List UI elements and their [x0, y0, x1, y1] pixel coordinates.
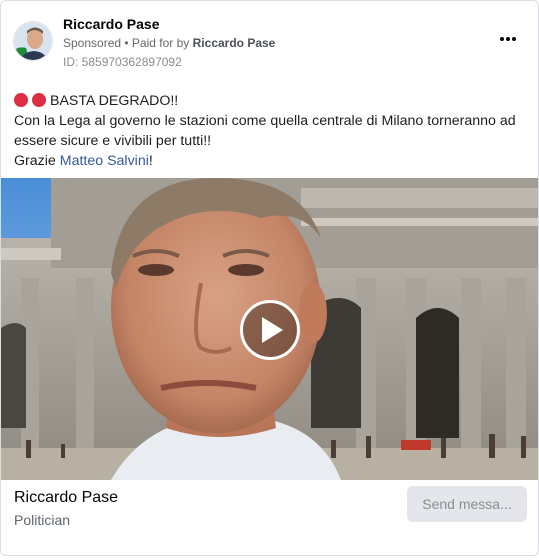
red-circle-icon [32, 93, 46, 107]
post-text: BASTA DEGRADO!! Con la Lega al governo l… [14, 91, 529, 171]
post-line-4: Grazie Matteo Salvini! [14, 151, 529, 171]
sponsored-line: Sponsored • Paid for by Riccardo Pase [63, 36, 275, 50]
red-circle-icon [14, 93, 28, 107]
page-name[interactable]: Riccardo Pase [63, 16, 160, 32]
more-options-icon[interactable] [496, 29, 520, 49]
avatar[interactable] [13, 21, 53, 61]
ad-id: ID: 585970362897092 [63, 55, 182, 69]
post-line-2: Con la Lega al governo le stazioni come … [14, 113, 516, 129]
post-line-1: BASTA DEGRADO!! [14, 91, 529, 111]
sponsored-label: Sponsored [63, 36, 122, 50]
post-thanks: Grazie [14, 153, 56, 169]
page-category: Politician [14, 512, 71, 528]
mention-link[interactable]: Matteo Salvini [60, 153, 149, 169]
play-icon[interactable] [240, 300, 300, 360]
post-exclamation: ! [148, 153, 153, 169]
ad-card: Riccardo Pase Sponsored • Paid for by Ri… [0, 0, 539, 556]
paid-for-name: Riccardo Pase [192, 36, 276, 50]
video-player[interactable] [1, 178, 538, 480]
post-headline: BASTA DEGRADO!! [50, 93, 179, 109]
paid-for-prefix: • Paid for by [124, 36, 190, 50]
footer-page-name[interactable]: Riccardo Pase [14, 489, 118, 507]
post-line-3: essere sicure e vivibili per tutti!! [14, 133, 212, 149]
send-message-button[interactable]: Send messa... [407, 486, 527, 522]
